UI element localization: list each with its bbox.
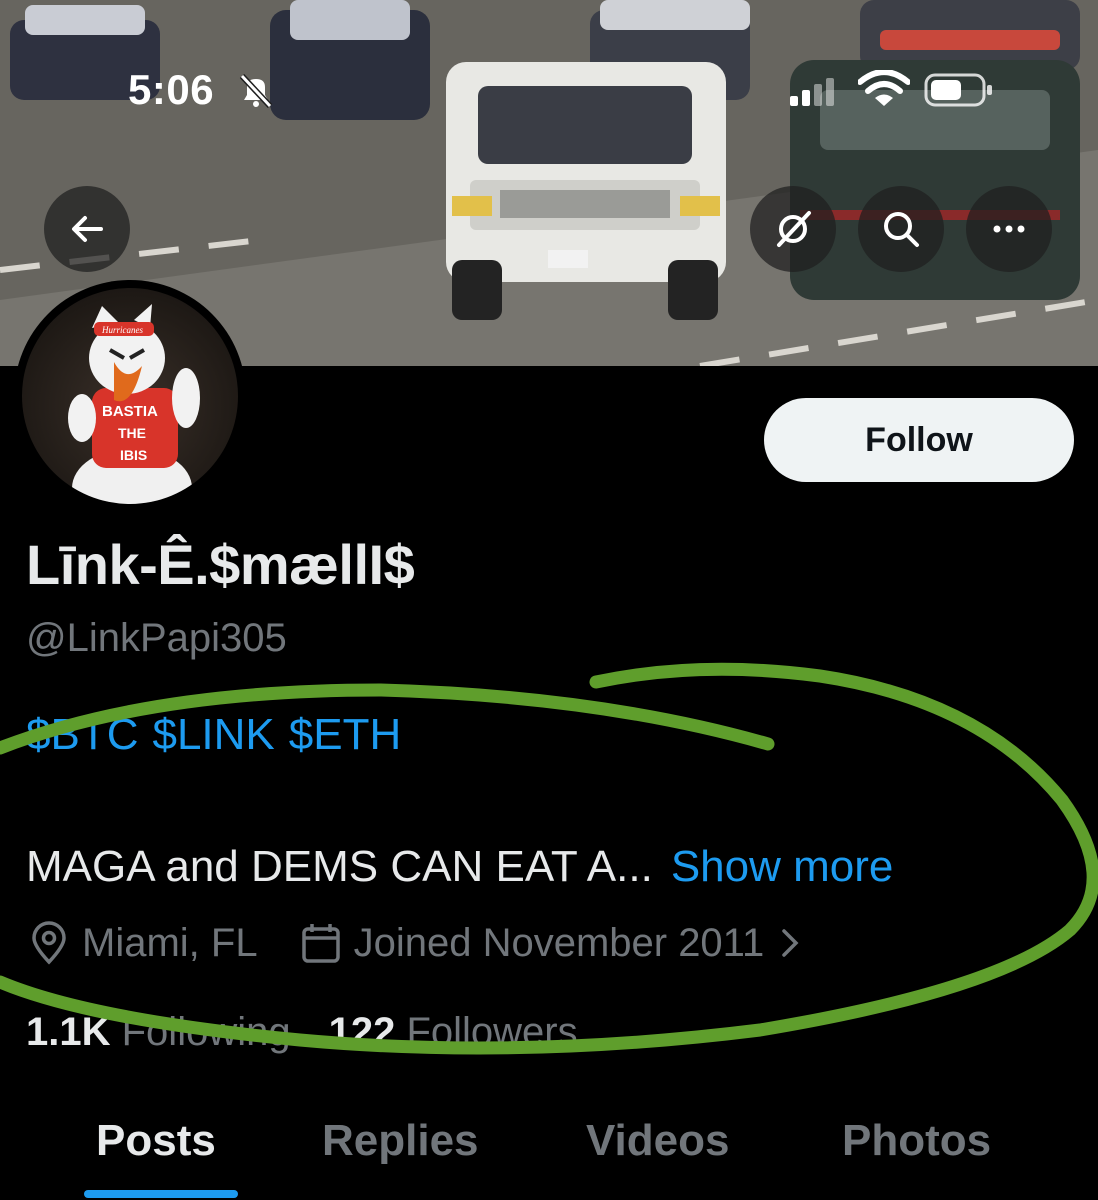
wifi-icon — [858, 70, 910, 106]
arrow-left-icon — [72, 216, 103, 242]
more-horizontal-icon — [993, 225, 1025, 233]
active-tab-indicator — [84, 1190, 238, 1198]
following-label: Following — [121, 1010, 291, 1054]
avatar-shirt-text-1: BASTIA — [102, 403, 158, 420]
cashtag-eth[interactable]: $ETH — [289, 710, 401, 760]
bio-text: MAGA and DEMS CAN EAT A... — [26, 842, 653, 891]
bio-cashtags: $BTC $LINK $ETH — [26, 710, 401, 760]
following-count: 1.1K — [26, 1010, 111, 1054]
show-more-link[interactable]: Show more — [671, 842, 894, 891]
location-pin-icon — [32, 921, 66, 965]
joined-date: Joined November 2011 — [353, 920, 765, 965]
calendar-icon — [301, 924, 340, 963]
search-button[interactable] — [858, 186, 944, 272]
follow-button[interactable]: Follow — [764, 398, 1074, 482]
cellular-signal-icon — [790, 78, 834, 106]
tab-replies[interactable]: Replies — [322, 1116, 479, 1166]
profile-meta: Miami, FL Joined November 2011 — [26, 920, 814, 966]
grok-button[interactable] — [750, 186, 836, 272]
more-button[interactable] — [966, 186, 1052, 272]
profile-avatar[interactable]: Hurricanes BASTIA THE IBIS — [14, 280, 246, 512]
avatar-shirt-text-2: THE — [118, 425, 146, 441]
profile-tabs: Posts Replies Videos Photos — [0, 1110, 1098, 1200]
bio: MAGA and DEMS CAN EAT A... Show more — [26, 842, 893, 892]
grok-icon — [777, 211, 811, 247]
follow-counts: 1.1K Following 122 Followers — [26, 1010, 578, 1055]
avatar-image: Hurricanes BASTIA THE IBIS — [22, 288, 238, 504]
back-button[interactable] — [44, 186, 130, 272]
status-time: 5:06 — [128, 66, 215, 113]
location-text: Miami, FL — [82, 920, 258, 965]
battery-icon — [924, 73, 992, 107]
user-handle: @LinkPapi305 — [26, 616, 287, 660]
tab-videos[interactable]: Videos — [586, 1116, 729, 1166]
followers-label: Followers — [406, 1010, 578, 1054]
avatar-shirt-text-3: IBIS — [120, 447, 147, 463]
cashtag-link[interactable]: $LINK — [152, 710, 274, 760]
following-stat[interactable]: 1.1K Following — [26, 1010, 291, 1055]
chevron-right-icon[interactable] — [776, 925, 804, 961]
tab-photos[interactable]: Photos — [842, 1116, 991, 1166]
cashtag-btc[interactable]: $BTC — [26, 710, 138, 760]
tab-posts[interactable]: Posts — [96, 1116, 216, 1166]
display-name: Līnk-Ê.$mællI$ — [26, 533, 415, 596]
bell-slash-icon — [239, 74, 273, 108]
search-icon — [884, 212, 919, 247]
avatar-cap-text: Hurricanes — [101, 325, 143, 335]
followers-count: 122 — [328, 1010, 396, 1054]
followers-stat[interactable]: 122 Followers — [329, 1010, 578, 1055]
